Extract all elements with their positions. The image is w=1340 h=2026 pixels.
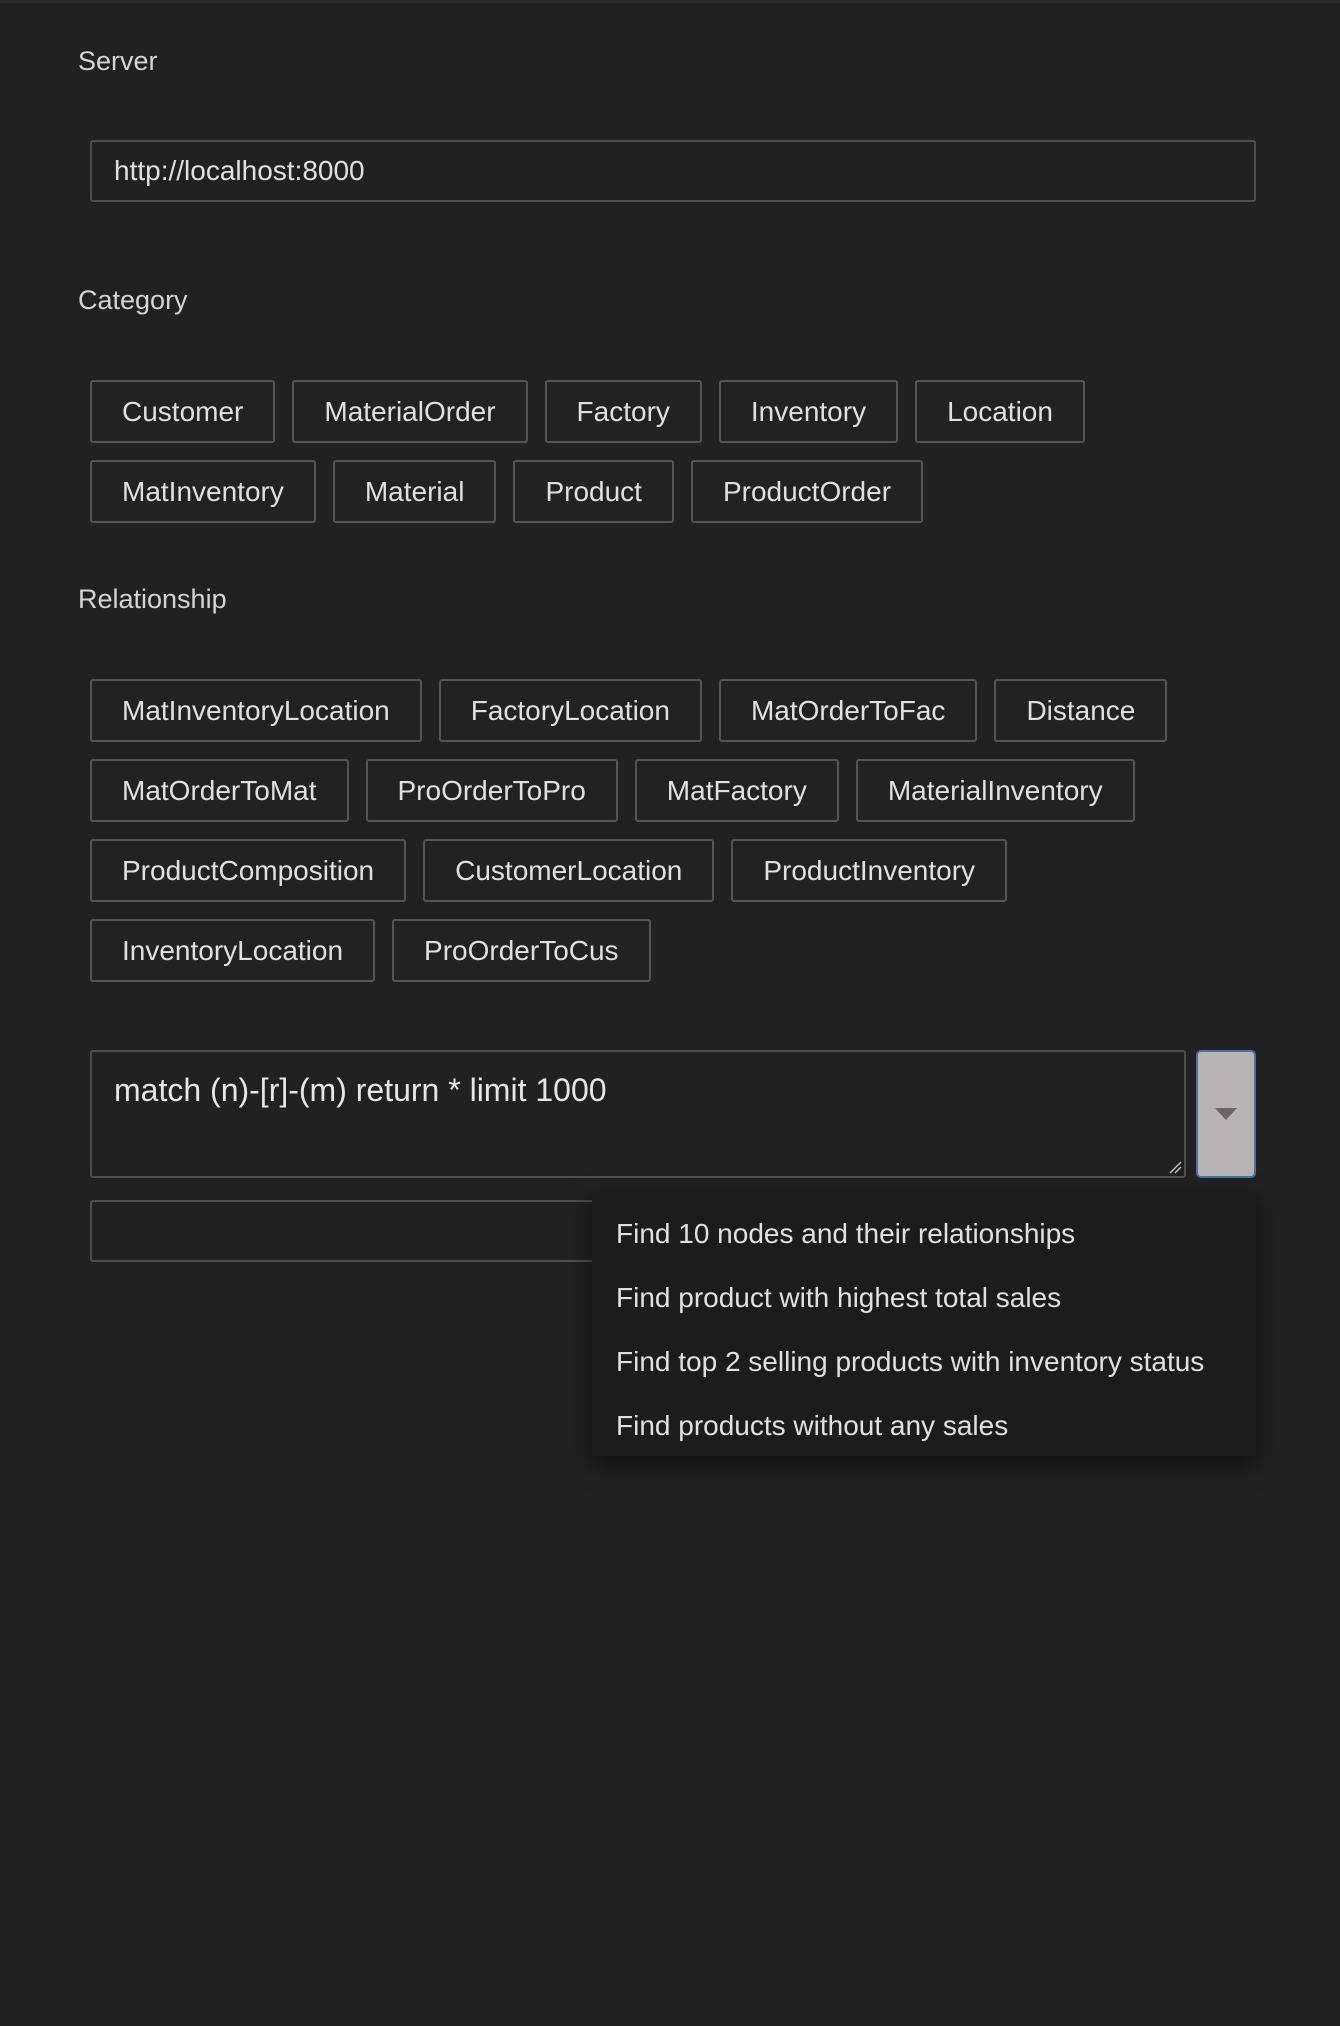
relationship-tag-productinventory[interactable]: ProductInventory [731, 839, 1008, 902]
category-tag-factory[interactable]: Factory [544, 380, 702, 443]
category-tag-materialorder[interactable]: MaterialOrder [292, 380, 528, 443]
category-tag-location[interactable]: Location [915, 380, 1085, 443]
query-text: match (n)-[r]-(m) return * limit 1000 [114, 1072, 607, 1108]
relationship-tag-matordertomat[interactable]: MatOrderToMat [90, 759, 349, 822]
server-url-value: http://localhost:8000 [114, 155, 365, 186]
suggestion-highest-total-sales[interactable]: Find product with highest total sales [592, 1266, 1256, 1330]
caret-down-icon [1215, 1108, 1237, 1120]
category-tag-matinventory[interactable]: MatInventory [90, 460, 316, 523]
relationship-tag-materialinventory[interactable]: MaterialInventory [855, 759, 1135, 822]
relationship-tag-matordertofac[interactable]: MatOrderToFac [718, 679, 978, 742]
category-tags: Customer MaterialOrder Factory Inventory… [90, 380, 1270, 523]
relationship-tag-distance[interactable]: Distance [994, 679, 1168, 742]
category-tag-product[interactable]: Product [513, 460, 674, 523]
category-tag-productorder[interactable]: ProductOrder [690, 460, 924, 523]
relationship-tag-matinventorylocation[interactable]: MatInventoryLocation [90, 679, 422, 742]
query-suggestions-menu: Find 10 nodes and their relationships Fi… [592, 1192, 1256, 1456]
relationship-tag-proordertopro[interactable]: ProOrderToPro [365, 759, 618, 822]
relationship-tag-productcomposition[interactable]: ProductComposition [90, 839, 407, 902]
suggestion-top-2-selling[interactable]: Find top 2 selling products with invento… [592, 1330, 1256, 1394]
category-tag-customer[interactable]: Customer [90, 380, 276, 443]
server-url-input[interactable]: http://localhost:8000 [90, 140, 1256, 202]
relationship-tag-inventorylocation[interactable]: InventoryLocation [90, 919, 376, 982]
category-tag-material[interactable]: Material [332, 460, 497, 523]
relationship-tag-factorylocation[interactable]: FactoryLocation [438, 679, 702, 742]
query-suggestions-dropdown-button[interactable] [1196, 1050, 1256, 1178]
query-textarea[interactable]: match (n)-[r]-(m) return * limit 1000 [90, 1050, 1186, 1178]
relationship-tag-customerlocation[interactable]: CustomerLocation [423, 839, 715, 902]
category-label: Category [78, 285, 188, 315]
server-label: Server [78, 46, 158, 76]
relationship-tag-proordertocus[interactable]: ProOrderToCus [392, 919, 651, 982]
top-divider [0, 0, 1340, 3]
category-tag-inventory[interactable]: Inventory [718, 380, 899, 443]
relationship-label: Relationship [78, 584, 227, 614]
relationship-tags: MatInventoryLocation FactoryLocation Mat… [90, 679, 1270, 982]
suggestion-find-10-nodes[interactable]: Find 10 nodes and their relationships [592, 1202, 1256, 1266]
relationship-tag-matfactory[interactable]: MatFactory [634, 759, 839, 822]
resize-grip-icon[interactable] [1168, 1160, 1182, 1174]
suggestion-without-sales[interactable]: Find products without any sales [592, 1394, 1256, 1458]
